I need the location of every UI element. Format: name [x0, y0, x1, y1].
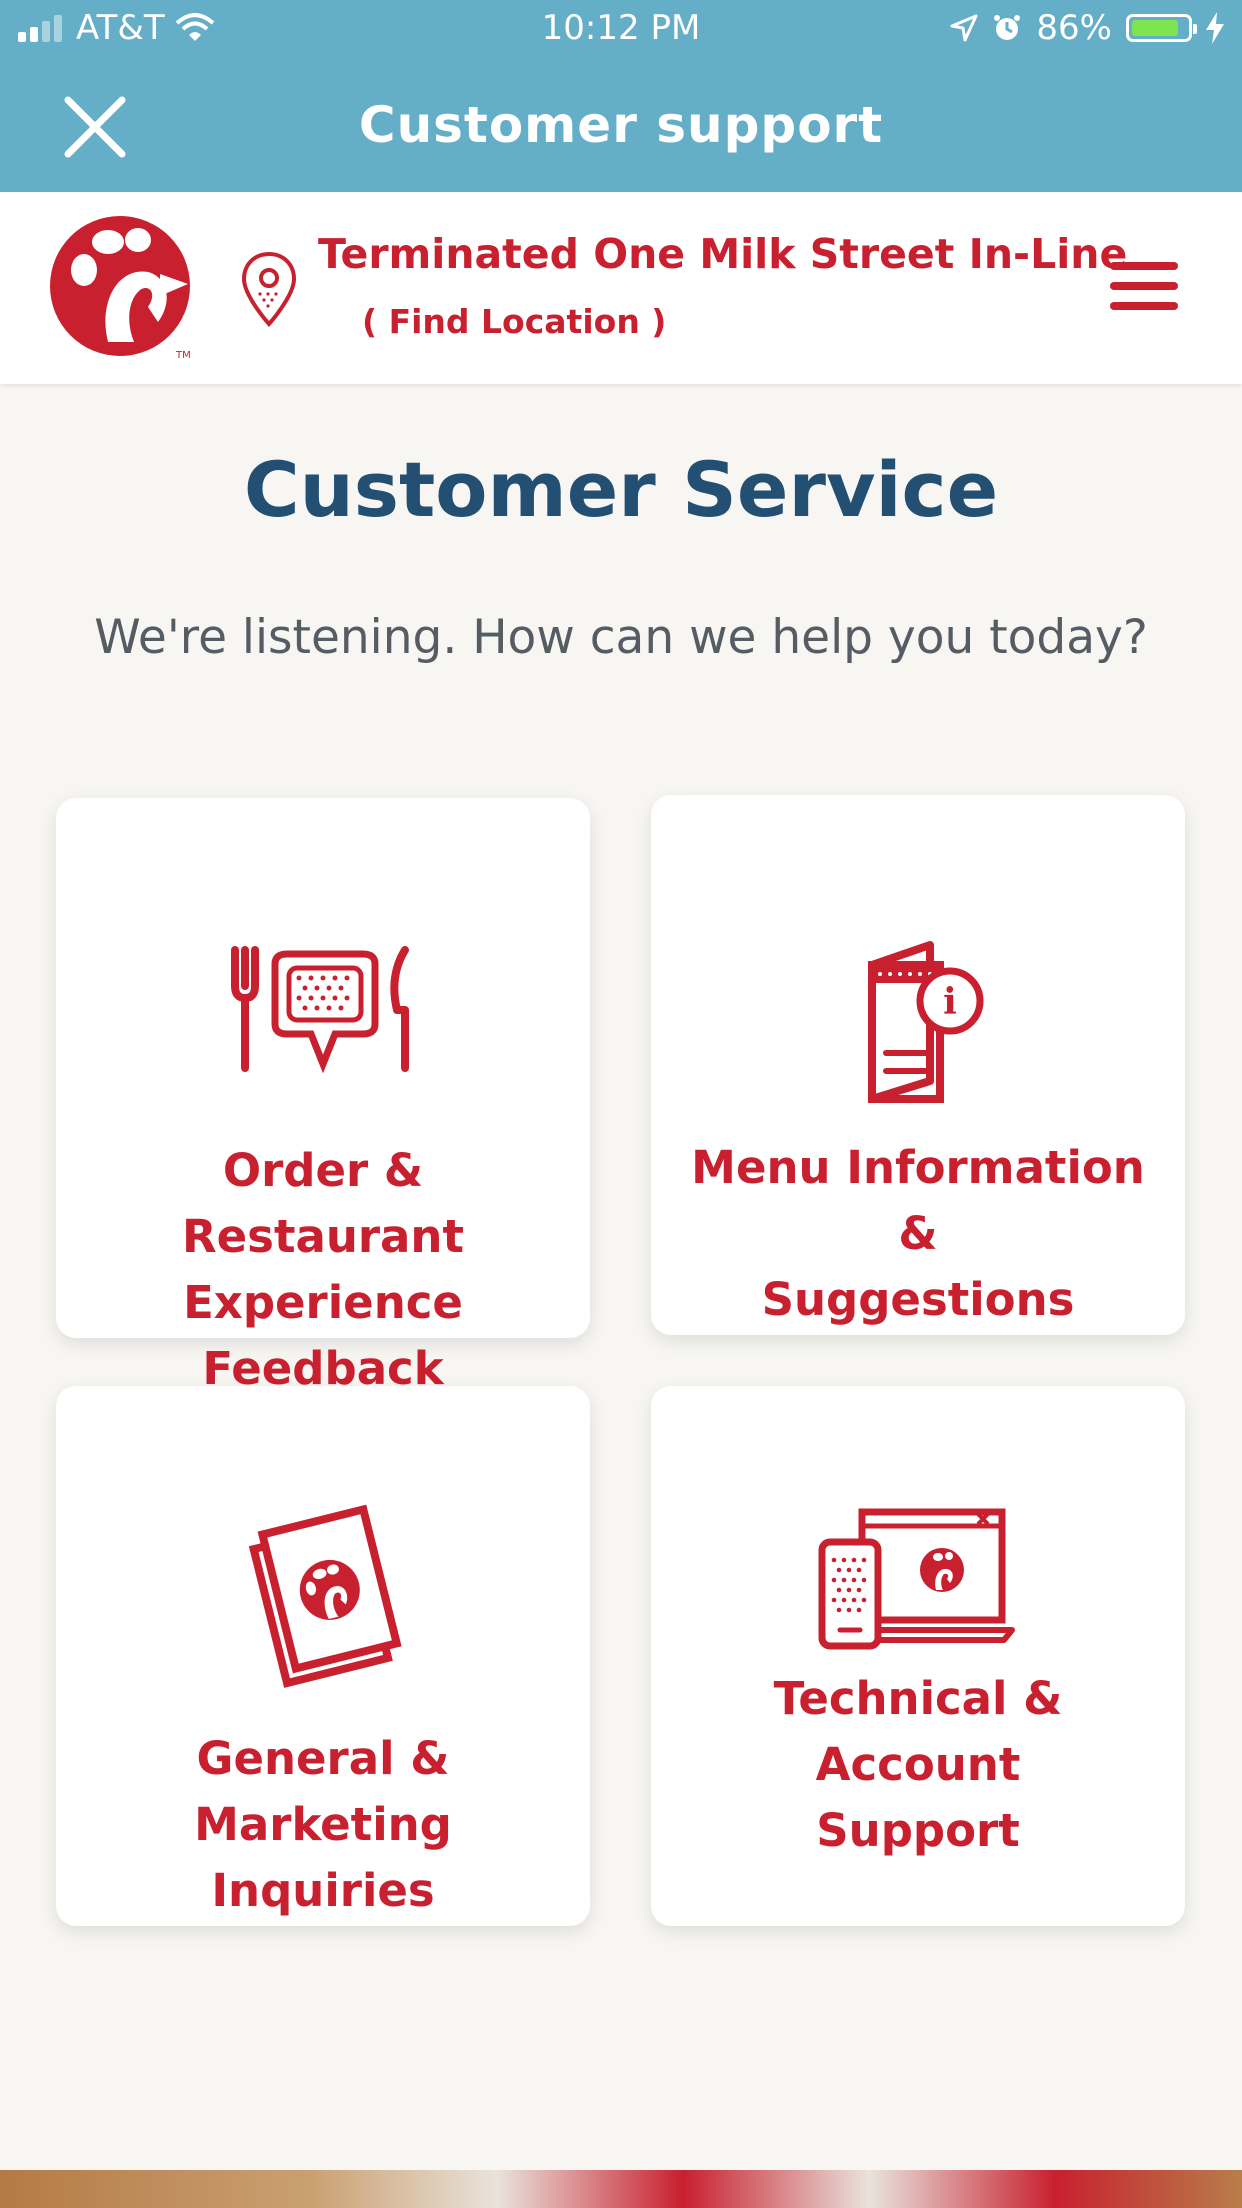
status-bar: AT&T 10:12 PM 86% — [0, 0, 1242, 62]
card-label: Order & Restaurant Experience Feedback — [182, 1144, 464, 1395]
card-menu-information[interactable]: i Menu Information & Suggestions — [651, 795, 1185, 1335]
brochure-icon — [56, 1504, 590, 1688]
location-header: TM Terminated One Milk Street In-Line ( … — [0, 192, 1242, 384]
location-pin-icon — [241, 251, 297, 328]
footer-food-photo — [0, 2170, 1242, 2208]
card-label: Technical & Account Support — [773, 1672, 1063, 1857]
menu-info-icon: i — [651, 913, 1185, 1103]
card-technical-support[interactable]: Technical & Account Support — [651, 1386, 1185, 1926]
find-location-link[interactable]: ( Find Location ) — [362, 302, 666, 341]
battery-level — [1132, 20, 1178, 36]
card-general-marketing[interactable]: General & Marketing Inquiries — [56, 1386, 590, 1926]
menu-icon — [1110, 262, 1178, 270]
card-label: General & Marketing Inquiries — [194, 1732, 452, 1917]
battery-percent: 86% — [1036, 8, 1112, 48]
page-subtitle: We're listening. How can we help you tod… — [94, 610, 1148, 665]
hamburger-menu-button[interactable] — [1110, 258, 1180, 318]
devices-icon — [651, 1504, 1185, 1684]
nav-bar: Customer support — [0, 62, 1242, 192]
brand-logo[interactable]: TM — [48, 212, 198, 362]
status-right: 86% — [950, 8, 1224, 48]
card-order-feedback[interactable]: Order & Restaurant Experience Feedback — [56, 798, 590, 1395]
svg-text:TM: TM — [175, 350, 191, 361]
store-name[interactable]: Terminated One Milk Street In-Line — [318, 230, 1127, 278]
card-label: Menu Information & Suggestions — [691, 1141, 1145, 1326]
svg-text:i: i — [943, 981, 957, 1023]
charging-bolt-icon — [1206, 12, 1224, 44]
utensils-speech-icon — [56, 946, 590, 1126]
page-title: Customer Service — [243, 445, 999, 534]
location-arrow-icon — [950, 14, 978, 42]
battery-icon — [1126, 14, 1197, 42]
alarm-icon — [994, 15, 1021, 40]
nav-title: Customer support — [358, 96, 884, 154]
